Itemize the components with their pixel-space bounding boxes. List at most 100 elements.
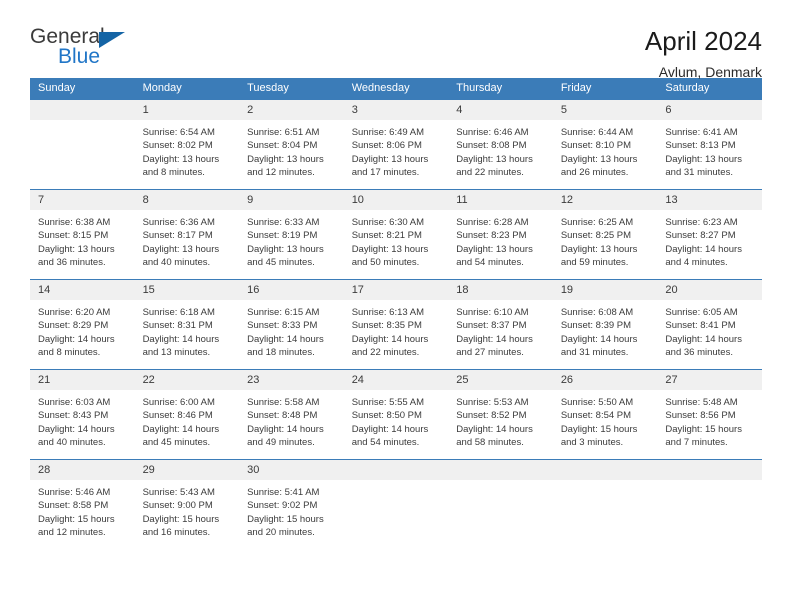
- day-number: 20: [657, 280, 762, 300]
- daylight-text-line2: and 17 minutes.: [351, 167, 420, 179]
- sunset-text: Sunset: 8:25 PM: [560, 230, 632, 242]
- day-number: 7: [30, 190, 135, 210]
- calendar-day-cell[interactable]: 15 Sunrise: 6:18 AM Sunset: 8:31 PM Dayligh…: [134, 279, 240, 370]
- sunset-text: Sunset: 8:31 PM: [142, 320, 213, 332]
- daylight-text-line1: Daylight: 14 hours: [456, 333, 533, 345]
- sunrise-text: Sunrise: 5:43 AM: [142, 487, 215, 498]
- daylight-text-line1: Daylight: 14 hours: [38, 333, 115, 345]
- sunrise-text: Sunrise: 6:20 AM: [38, 307, 111, 318]
- calendar-day-cell[interactable]: 17 Sunrise: 6:13 AM Sunset: 8:35 PM Dayligh…: [343, 279, 449, 370]
- day-number: 21: [30, 370, 135, 390]
- calendar-day-cell[interactable]: 13 Sunrise: 6:23 AM Sunset: 8:27 PM Dayligh…: [657, 189, 762, 280]
- daylight-text-line1: Daylight: 13 hours: [351, 153, 429, 165]
- day-number: 6: [657, 100, 762, 120]
- calendar-day-cell[interactable]: 1 Sunrise: 6:54 AM Sunset: 8:02 PM Daylight…: [134, 99, 240, 190]
- calendar-day-cell[interactable]: 9 Sunrise: 6:33 AM Sunset: 8:19 PM Daylight…: [239, 189, 344, 280]
- daylight-text-line2: and 45 minutes.: [247, 257, 315, 269]
- daylight-text-line2: and 22 minutes.: [351, 347, 420, 359]
- day-number: 17: [343, 280, 449, 300]
- day-number: 9: [239, 190, 344, 210]
- calendar-table: Sunday Monday Tuesday Wednesday Thursday…: [30, 78, 762, 548]
- calendar-day-cell[interactable]: 28 Sunrise: 5:46 AM Sunset: 8:58 PM Dayligh…: [30, 459, 135, 548]
- daylight-text-line2: and 13 minutes.: [142, 347, 211, 359]
- day-details: Sunrise: 6:15 AM Sunset: 8:33 PM Daylight:…: [239, 300, 344, 360]
- calendar-day-cell[interactable]: 8 Sunrise: 6:36 AM Sunset: 8:17 PM Daylight…: [134, 189, 240, 280]
- calendar-day-cell[interactable]: 16 Sunrise: 6:15 AM Sunset: 8:33 PM Dayligh…: [239, 279, 344, 370]
- sunset-text: Sunset: 8:50 PM: [351, 410, 422, 422]
- calendar-day-cell[interactable]: 20 Sunrise: 6:05 AM Sunset: 8:41 PM Dayligh…: [657, 279, 762, 370]
- calendar-empty-cell: [343, 459, 449, 548]
- calendar-day-cell[interactable]: 12 Sunrise: 6:25 AM Sunset: 8:25 PM Dayligh…: [552, 189, 658, 280]
- daylight-text-line2: and 59 minutes.: [560, 257, 629, 269]
- day-number: 13: [657, 190, 762, 210]
- daylight-text-line1: Daylight: 14 hours: [247, 423, 324, 435]
- page-title: April 2024: [644, 26, 762, 56]
- sunrise-text: Sunrise: 6:13 AM: [351, 307, 425, 318]
- sunrise-text: Sunrise: 6:08 AM: [560, 307, 634, 318]
- calendar-day-cell[interactable]: 29 Sunrise: 5:43 AM Sunset: 9:00 PM Dayligh…: [134, 459, 240, 548]
- sunset-text: Sunset: 8:35 PM: [351, 320, 422, 332]
- day-details: Sunrise: 6:33 AM Sunset: 8:19 PM Daylight:…: [239, 210, 344, 270]
- calendar-day-cell[interactable]: 4 Sunrise: 6:46 AM Sunset: 8:08 PM Daylight…: [448, 99, 553, 190]
- calendar-day-cell[interactable]: 22 Sunrise: 6:00 AM Sunset: 8:46 PM Dayligh…: [134, 369, 240, 460]
- sunrise-text: Sunrise: 5:50 AM: [560, 397, 634, 408]
- day-details: Sunrise: 6:28 AM Sunset: 8:23 PM Daylight:…: [448, 210, 553, 270]
- sunset-text: Sunset: 8:41 PM: [665, 320, 736, 332]
- sunrise-text: Sunrise: 5:41 AM: [247, 487, 320, 498]
- calendar-week-row: 1 Sunrise: 6:54 AM Sunset: 8:02 PM Daylight…: [30, 99, 762, 190]
- day-details: Sunrise: 5:58 AM Sunset: 8:48 PM Daylight:…: [239, 390, 344, 450]
- daylight-text-line2: and 20 minutes.: [247, 527, 315, 539]
- weekday-header-thursday: Thursday: [448, 78, 553, 100]
- calendar-day-cell[interactable]: 11 Sunrise: 6:28 AM Sunset: 8:23 PM Dayligh…: [448, 189, 553, 280]
- calendar-day-cell[interactable]: 6 Sunrise: 6:41 AM Sunset: 8:13 PM Daylight…: [657, 99, 762, 190]
- day-details: Sunrise: 6:08 AM Sunset: 8:39 PM Daylight:…: [553, 300, 658, 360]
- daylight-text-line2: and 40 minutes.: [142, 257, 211, 269]
- calendar-day-cell[interactable]: 26 Sunrise: 5:50 AM Sunset: 8:54 PM Dayligh…: [552, 369, 658, 460]
- calendar-day-cell[interactable]: 18 Sunrise: 6:10 AM Sunset: 8:37 PM Dayligh…: [448, 279, 553, 370]
- day-number: 4: [448, 100, 553, 120]
- daylight-text-line1: Daylight: 14 hours: [247, 333, 324, 345]
- calendar-page: General Blue April 2024 Avlum, Denmark S…: [0, 0, 792, 612]
- sunset-text: Sunset: 8:17 PM: [142, 230, 213, 242]
- daylight-text-line1: Daylight: 13 hours: [247, 243, 324, 255]
- day-number: 5: [552, 100, 658, 120]
- daylight-text-line1: Daylight: 13 hours: [351, 243, 429, 255]
- day-details: Sunrise: 6:23 AM Sunset: 8:27 PM Daylight:…: [657, 210, 762, 270]
- sunset-text: Sunset: 8:48 PM: [247, 410, 318, 422]
- day-number: 28: [30, 460, 135, 480]
- calendar-day-cell[interactable]: 7 Sunrise: 6:38 AM Sunset: 8:15 PM Daylight…: [30, 189, 135, 280]
- general-blue-logo[interactable]: General Blue: [30, 26, 160, 72]
- day-number: 24: [343, 370, 449, 390]
- page-subtitle: Avlum, Denmark: [658, 64, 762, 80]
- calendar-day-cell[interactable]: 27 Sunrise: 5:48 AM Sunset: 8:56 PM Dayligh…: [657, 369, 762, 460]
- calendar-day-cell[interactable]: 3 Sunrise: 6:49 AM Sunset: 8:06 PM Daylight…: [343, 99, 449, 190]
- calendar-day-cell[interactable]: 2 Sunrise: 6:51 AM Sunset: 8:04 PM Daylight…: [239, 99, 344, 190]
- daylight-text-line1: Daylight: 13 hours: [38, 243, 115, 255]
- calendar-day-cell[interactable]: 10 Sunrise: 6:30 AM Sunset: 8:21 PM Dayligh…: [343, 189, 449, 280]
- sunrise-text: Sunrise: 6:25 AM: [560, 217, 634, 228]
- daylight-text-line2: and 36 minutes.: [665, 347, 733, 359]
- calendar-day-cell[interactable]: 30 Sunrise: 5:41 AM Sunset: 9:02 PM Dayligh…: [239, 459, 344, 548]
- daylight-text-line1: Daylight: 15 hours: [38, 513, 115, 525]
- calendar-day-cell[interactable]: 21 Sunrise: 6:03 AM Sunset: 8:43 PM Dayligh…: [30, 369, 135, 460]
- day-details: Sunrise: 6:13 AM Sunset: 8:35 PM Daylight:…: [344, 300, 449, 360]
- sunrise-text: Sunrise: 6:36 AM: [142, 217, 215, 228]
- day-number: 26: [552, 370, 658, 390]
- sunset-text: Sunset: 9:02 PM: [247, 500, 318, 512]
- day-number: 22: [134, 370, 240, 390]
- sunset-text: Sunset: 8:15 PM: [38, 230, 109, 242]
- calendar-day-cell[interactable]: 23 Sunrise: 5:58 AM Sunset: 8:48 PM Dayligh…: [239, 369, 344, 460]
- daylight-text-line1: Daylight: 14 hours: [560, 333, 638, 345]
- calendar-day-cell[interactable]: 25 Sunrise: 5:53 AM Sunset: 8:52 PM Dayligh…: [448, 369, 553, 460]
- calendar-day-cell[interactable]: 14 Sunrise: 6:20 AM Sunset: 8:29 PM Dayligh…: [30, 279, 135, 370]
- daylight-text-line2: and 50 minutes.: [351, 257, 420, 269]
- calendar-day-cell[interactable]: 19 Sunrise: 6:08 AM Sunset: 8:39 PM Dayligh…: [552, 279, 658, 370]
- daylight-text-line2: and 16 minutes.: [142, 527, 211, 539]
- calendar-day-cell[interactable]: 5 Sunrise: 6:44 AM Sunset: 8:10 PM Daylight…: [552, 99, 658, 190]
- sunset-text: Sunset: 8:08 PM: [456, 140, 527, 152]
- day-number: 1: [134, 100, 240, 120]
- calendar-day-cell[interactable]: 24 Sunrise: 5:55 AM Sunset: 8:50 PM Dayligh…: [343, 369, 449, 460]
- daylight-text-line1: Daylight: 13 hours: [665, 153, 742, 165]
- calendar-empty-cell: [448, 459, 553, 548]
- sunset-text: Sunset: 8:39 PM: [560, 320, 632, 332]
